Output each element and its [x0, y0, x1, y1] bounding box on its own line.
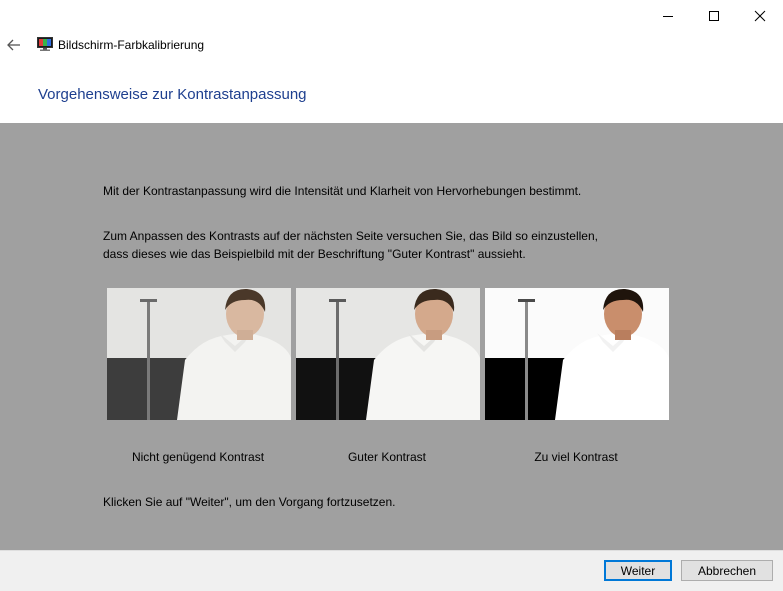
- content-area: Mit der Kontrastanpassung wird die Inten…: [0, 123, 783, 550]
- cancel-button[interactable]: Abbrechen: [681, 560, 773, 581]
- app-title: Bildschirm-Farbkalibrierung: [58, 38, 205, 52]
- instruction-text: Zum Anpassen des Kontrasts auf der nächs…: [103, 227, 598, 263]
- minimize-button[interactable]: [645, 0, 691, 31]
- close-icon: [754, 10, 766, 21]
- caption-high-contrast: Zu viel Kontrast: [534, 450, 618, 464]
- example-image-high-contrast: [485, 288, 669, 420]
- page-heading: Vorgehensweise zur Kontrastanpassung: [38, 86, 307, 103]
- minimize-icon: [663, 15, 673, 17]
- intro-text: Mit der Kontrastanpassung wird die Inten…: [103, 184, 582, 198]
- navigation-bar: Bildschirm-Farbkalibrierung: [0, 31, 783, 59]
- instruction-line-1: Zum Anpassen des Kontrasts auf der nächs…: [103, 229, 598, 243]
- continue-hint: Klicken Sie auf "Weiter", um den Vorgang…: [103, 495, 396, 509]
- close-button[interactable]: [737, 0, 783, 31]
- next-button[interactable]: Weiter: [604, 560, 672, 581]
- back-button[interactable]: [4, 35, 24, 55]
- maximize-icon: [709, 10, 719, 21]
- button-bar: Weiter Abbrechen: [0, 550, 783, 591]
- maximize-button[interactable]: [691, 0, 737, 31]
- example-image-low-contrast: [107, 288, 291, 420]
- title-bar: [0, 0, 783, 31]
- monitor-color-icon: [37, 37, 53, 51]
- example-image-good-contrast: [296, 288, 480, 420]
- caption-low-contrast: Nicht genügend Kontrast: [131, 450, 265, 464]
- arrow-left-icon: [7, 39, 20, 51]
- caption-good-contrast: Guter Kontrast: [347, 450, 427, 464]
- instruction-line-2: dass dieses wie das Beispielbild mit der…: [103, 247, 526, 261]
